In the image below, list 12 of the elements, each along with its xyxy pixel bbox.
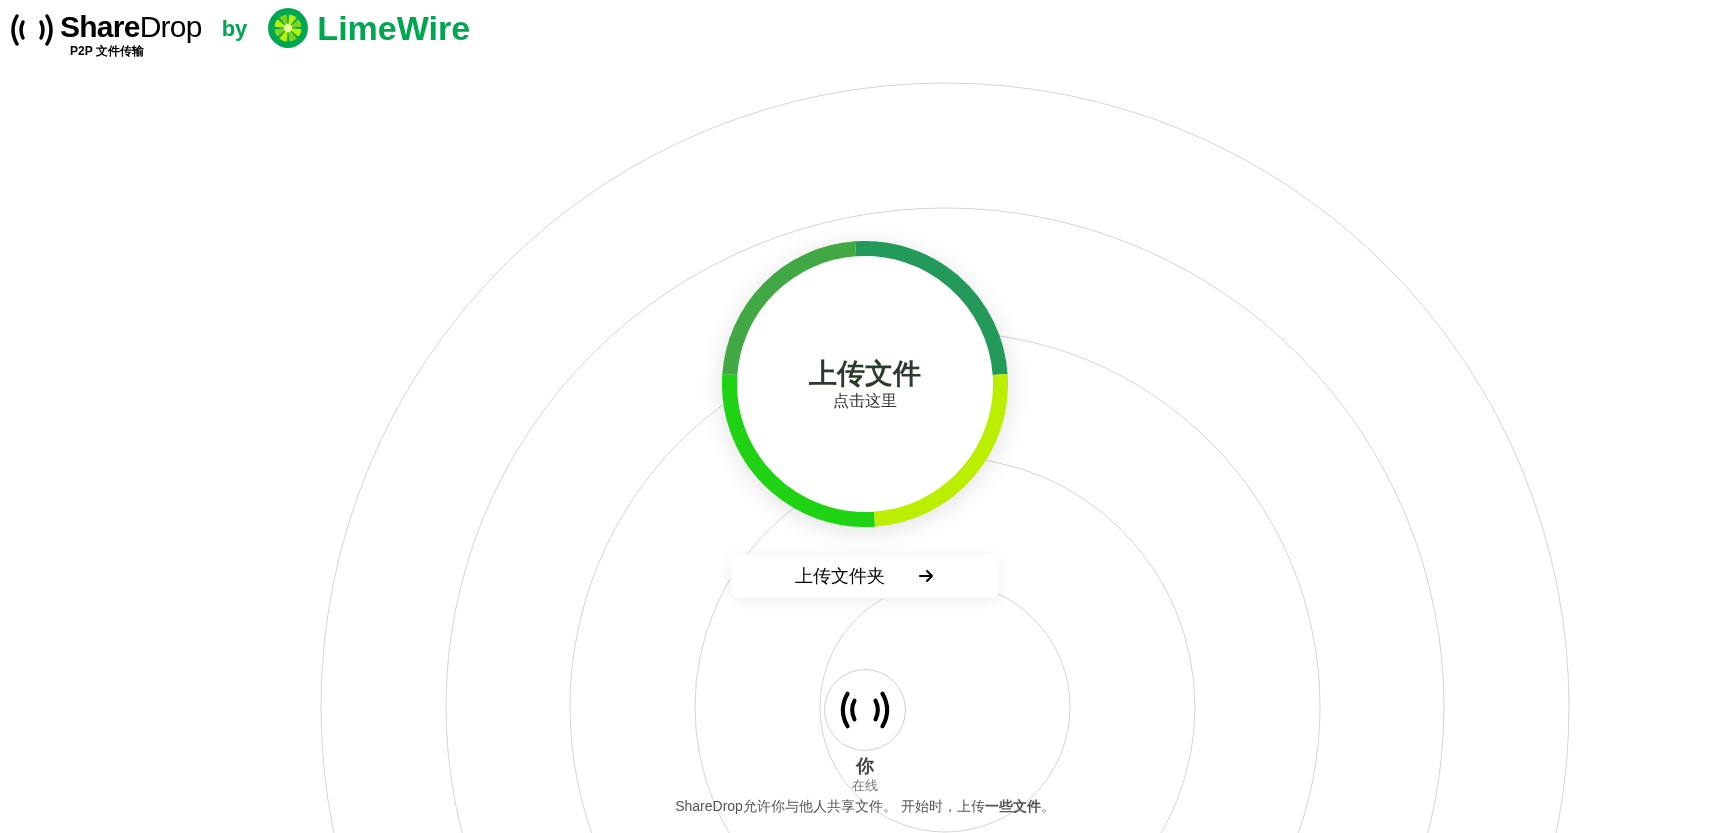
upload-folder-button[interactable]: 上传文件夹 xyxy=(731,554,999,598)
by-text: by xyxy=(221,14,248,43)
tagline: P2P 文件传输 xyxy=(70,44,144,58)
lime-logo-icon xyxy=(267,7,310,49)
intro-text: ShareDrop允许你与他人共享文件。 开始时，上传一些文件。 xyxy=(675,797,1055,816)
sharedrop-logo-icon xyxy=(8,12,56,48)
device-name: 你 xyxy=(856,755,874,777)
arrow-right-icon xyxy=(917,567,935,585)
sharedrop-logo-text: ShareDrop xyxy=(60,10,202,44)
limewire-logo-text: LimeWire xyxy=(317,11,471,45)
device-status: 在线 xyxy=(852,777,878,795)
upload-files-button[interactable]: 上传文件 点击这里 xyxy=(722,241,1008,527)
